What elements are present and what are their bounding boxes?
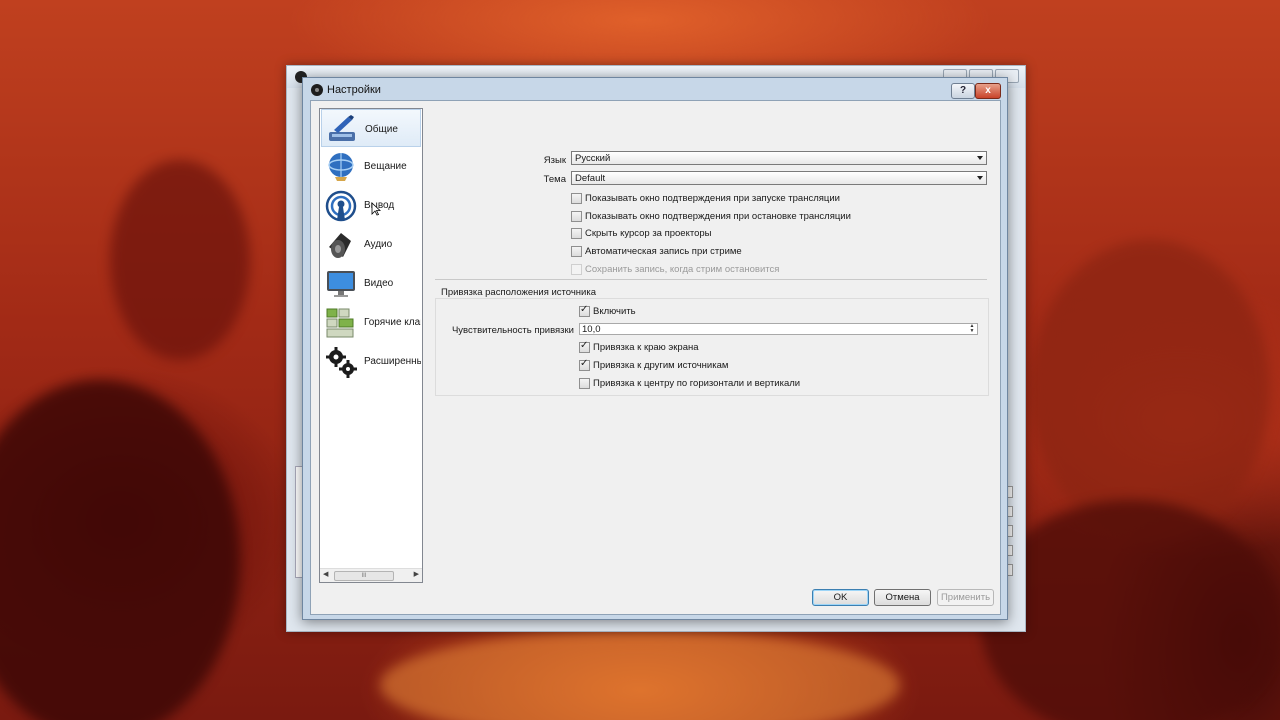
snap-sensitivity-value: 10,0 bbox=[582, 324, 601, 335]
help-button[interactable]: ? bbox=[951, 83, 975, 99]
sidebar-item-label: Аудио bbox=[364, 239, 393, 250]
snap-sensitivity-label: Чувствительность привязки bbox=[451, 325, 574, 336]
wallpaper-shadow bbox=[1030, 240, 1270, 540]
keyboard-icon bbox=[326, 308, 354, 338]
sidebar-item-label: Расширенны bbox=[364, 356, 421, 367]
keep-recording-label: Сохранить запись, когда стрим остановитс… bbox=[585, 264, 780, 275]
sidebar-horizontal-scrollbar[interactable]: ◀ III ▶ bbox=[320, 568, 422, 582]
confirm-start-checkbox[interactable] bbox=[571, 193, 582, 204]
theme-label: Тема bbox=[543, 174, 566, 185]
scroll-left-icon[interactable]: ◀ bbox=[323, 570, 328, 578]
snapping-enable-checkbox[interactable] bbox=[579, 304, 590, 317]
language-select[interactable]: Русский bbox=[571, 151, 987, 165]
apply-button: Применить bbox=[937, 589, 994, 606]
snap-sensitivity-input[interactable]: 10,0 ▲ ▼ bbox=[579, 323, 978, 335]
sidebar-item-video[interactable]: Видео bbox=[321, 264, 421, 302]
sidebar-item-hotkeys[interactable]: Горячие клав bbox=[321, 303, 421, 341]
sidebar-item-label: Вещание bbox=[364, 161, 407, 172]
wallpaper-shadow bbox=[0, 380, 240, 720]
hide-cursor-checkbox[interactable] bbox=[571, 228, 582, 239]
hide-cursor-label: Скрыть курсор за проекторы bbox=[585, 228, 712, 239]
close-button[interactable]: x bbox=[975, 83, 1001, 99]
theme-select-value: Default bbox=[575, 173, 606, 184]
snap-center-label: Привязка к центру по горизонтали и верти… bbox=[593, 378, 801, 389]
sidebar-item-advanced[interactable]: Расширенны bbox=[321, 342, 421, 380]
output-broadcast-icon bbox=[325, 190, 357, 222]
chevron-down-icon bbox=[977, 156, 983, 160]
snap-other-sources-label: Привязка к другим источникам bbox=[593, 360, 729, 371]
sidebar-item-label: Горячие клав bbox=[364, 317, 421, 328]
scrollbar-thumb[interactable]: III bbox=[334, 571, 394, 581]
theme-select[interactable]: Default bbox=[571, 171, 987, 185]
dialog-client-area: Общие Вещание Вывод Аудио Видео Горячие … bbox=[310, 100, 1001, 615]
dialog-titlebar[interactable]: Настройки ? x bbox=[303, 78, 1007, 100]
wallpaper-shadow bbox=[110, 160, 250, 360]
settings-dialog: Настройки ? x Общие Вещание Вывод Аудио … bbox=[302, 77, 1008, 620]
language-select-value: Русский bbox=[575, 153, 611, 164]
keep-recording-checkbox bbox=[571, 264, 582, 275]
auto-record-label: Автоматическая запись при стриме bbox=[585, 246, 742, 257]
app-logo-icon bbox=[311, 84, 323, 96]
snap-center-checkbox[interactable] bbox=[579, 378, 590, 389]
chevron-down-icon bbox=[977, 176, 983, 180]
sidebar-item-label: Видео bbox=[364, 278, 394, 289]
mouse-cursor-icon bbox=[371, 202, 381, 216]
confirm-stop-label: Показывать окно подтверждения при остано… bbox=[585, 211, 851, 222]
snap-screen-edge-label: Привязка к краю экрана bbox=[593, 342, 699, 353]
snap-other-sources-checkbox[interactable] bbox=[579, 358, 590, 371]
monitor-icon bbox=[327, 271, 355, 297]
speaker-icon bbox=[329, 233, 351, 258]
snapping-group-title: Привязка расположения источника bbox=[441, 287, 597, 298]
scroll-right-icon[interactable]: ▶ bbox=[414, 570, 419, 578]
ok-button[interactable]: OK bbox=[812, 589, 869, 606]
language-label: Язык bbox=[543, 155, 566, 166]
auto-record-checkbox[interactable] bbox=[571, 246, 582, 257]
general-settings-icon bbox=[329, 115, 355, 141]
snap-screen-edge-checkbox[interactable] bbox=[579, 340, 590, 353]
sidebar-item-stream[interactable]: Вещание bbox=[321, 147, 421, 185]
settings-category-list: Общие Вещание Вывод Аудио Видео Горячие … bbox=[319, 108, 423, 583]
sidebar-item-general[interactable]: Общие bbox=[321, 109, 421, 147]
section-divider bbox=[435, 279, 987, 280]
snapping-enable-label: Включить bbox=[593, 306, 636, 317]
dialog-title: Настройки bbox=[327, 84, 381, 96]
wallpaper-highlight bbox=[380, 630, 900, 720]
sidebar-item-label: Общие bbox=[365, 124, 398, 135]
spin-down-icon[interactable]: ▼ bbox=[968, 329, 976, 334]
sidebar-item-audio[interactable]: Аудио bbox=[321, 225, 421, 263]
cancel-button[interactable]: Отмена bbox=[874, 589, 931, 606]
confirm-start-label: Показывать окно подтверждения при запуск… bbox=[585, 193, 840, 204]
broadcast-globe-icon bbox=[328, 153, 354, 181]
gears-icon bbox=[326, 347, 357, 378]
confirm-stop-checkbox[interactable] bbox=[571, 211, 582, 222]
